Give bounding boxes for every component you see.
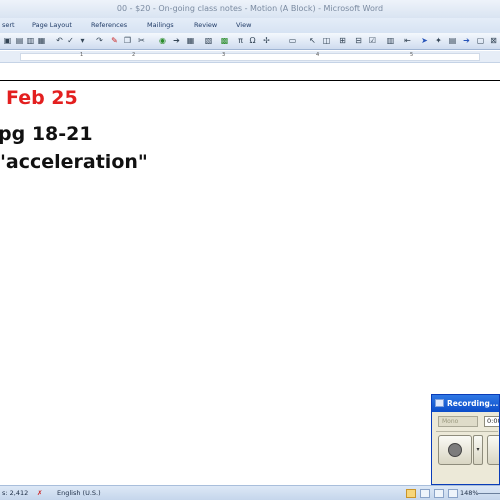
redo-icon[interactable]: ↷ bbox=[95, 36, 104, 46]
format-painter-icon[interactable]: ✂ bbox=[137, 36, 146, 46]
chart-icon[interactable]: ▩ bbox=[220, 36, 229, 46]
note-pages: pg 18-21 bbox=[0, 123, 93, 145]
tab-insert[interactable]: sert bbox=[2, 21, 15, 29]
preview-icon[interactable]: ▦ bbox=[37, 36, 46, 46]
zoom-slider[interactable] bbox=[478, 493, 500, 494]
zoom-level[interactable]: 148% bbox=[460, 489, 479, 497]
tab-page-layout[interactable]: Page Layout bbox=[32, 21, 72, 29]
audio-source-select[interactable]: Mono bbox=[438, 416, 478, 427]
tab-mailings[interactable]: Mailings bbox=[147, 21, 174, 29]
indent-icon[interactable]: ⇤ bbox=[403, 36, 412, 46]
web-layout-view-icon[interactable] bbox=[434, 489, 444, 498]
tab-view[interactable]: View bbox=[236, 21, 251, 29]
paste-icon[interactable]: ▣ bbox=[3, 36, 12, 46]
stop-button[interactable] bbox=[487, 435, 499, 465]
recording-title: Recording... bbox=[447, 399, 499, 408]
table-icon[interactable]: ▦ bbox=[186, 36, 195, 46]
recording-widget: Recording... Mono 0:00 ▾ bbox=[431, 394, 500, 485]
close-pane-icon[interactable]: ⊠ bbox=[489, 36, 498, 46]
group-icon[interactable]: ⊞ bbox=[338, 36, 347, 46]
proofing-icon[interactable]: ✗ bbox=[37, 489, 42, 497]
next-icon[interactable]: ➔ bbox=[462, 36, 471, 46]
copy-icon[interactable]: ❐ bbox=[123, 36, 132, 46]
highlighter-icon[interactable]: ✎ bbox=[110, 36, 119, 46]
status-bar: s: 2,412 ✗ English (U.S.) 148% bbox=[0, 485, 500, 500]
recording-title-bar[interactable]: Recording... bbox=[432, 395, 499, 412]
word-count[interactable]: s: 2,412 bbox=[2, 489, 28, 497]
recorder-divider bbox=[436, 431, 498, 432]
note-date: Feb 25 bbox=[6, 87, 78, 109]
quick-toolbar: ▣ ▤ ▥ ▦ ↶ ✓ ▾ ↷ ✎ ❐ ✂ ◉ ➔ ▦ ▧ ▩ π Ω ✢ ▭ … bbox=[0, 33, 500, 50]
spelling-icon[interactable]: ✓ bbox=[66, 36, 75, 46]
microphone-icon bbox=[448, 443, 462, 457]
undo-icon[interactable]: ↶ bbox=[55, 36, 64, 46]
arrow-icon[interactable]: ➤ bbox=[420, 36, 429, 46]
recorder-logo-icon bbox=[435, 399, 444, 407]
dropdown-icon[interactable]: ▾ bbox=[78, 36, 87, 46]
ruler-mark: 2 bbox=[132, 52, 136, 58]
refresh-icon[interactable]: ◉ bbox=[158, 36, 167, 46]
textbox-icon[interactable]: ▭ bbox=[288, 36, 297, 46]
print-icon[interactable]: ▥ bbox=[26, 36, 35, 46]
horizontal-ruler[interactable]: 1 2 3 4 5 bbox=[0, 51, 500, 63]
recording-time-value: 0:00 bbox=[487, 417, 499, 425]
ruler-mark: 3 bbox=[222, 52, 226, 58]
picture-icon[interactable]: ▧ bbox=[204, 36, 213, 46]
outline-view-icon[interactable] bbox=[448, 489, 458, 498]
tab-review[interactable]: Review bbox=[194, 21, 217, 29]
pi-icon[interactable]: π bbox=[236, 36, 245, 46]
full-screen-view-icon[interactable] bbox=[420, 489, 430, 498]
equation-icon[interactable]: ✢ bbox=[262, 36, 271, 46]
ribbon-tabs: sert Page Layout References Mailings Rev… bbox=[0, 18, 500, 33]
comment-icon[interactable]: ▤ bbox=[448, 36, 457, 46]
audio-source-value: Mono bbox=[442, 418, 459, 425]
window-title: 00 - $20 - On-going class notes - Motion… bbox=[116, 4, 384, 13]
ruler-mark: 4 bbox=[316, 52, 320, 58]
shapes-icon[interactable]: ◫ bbox=[322, 36, 331, 46]
omega-icon[interactable]: Ω bbox=[248, 36, 257, 46]
ruler-mark: 1 bbox=[80, 52, 84, 58]
open-icon[interactable]: ▤ bbox=[15, 36, 24, 46]
record-button[interactable] bbox=[438, 435, 472, 465]
page-top-rule bbox=[0, 80, 500, 81]
columns-icon[interactable]: ▥ bbox=[386, 36, 395, 46]
align-icon[interactable]: ⊟ bbox=[354, 36, 363, 46]
forward-icon[interactable]: ➔ bbox=[172, 36, 181, 46]
ruler-mark: 5 bbox=[410, 52, 414, 58]
note-topic: "acceleration" bbox=[0, 151, 148, 173]
star-icon[interactable]: ✦ bbox=[434, 36, 443, 46]
check-icon[interactable]: ☑ bbox=[368, 36, 377, 46]
document-page[interactable]: Feb 25 pg 18-21 "acceleration" bbox=[0, 63, 500, 485]
window-title-bar: 00 - $20 - On-going class notes - Motion… bbox=[0, 0, 500, 18]
window-icon[interactable]: ▢ bbox=[476, 36, 485, 46]
recording-timer: 0:00 bbox=[484, 416, 499, 427]
record-options-dropdown[interactable]: ▾ bbox=[473, 435, 483, 465]
language[interactable]: English (U.S.) bbox=[57, 489, 101, 497]
select-icon[interactable]: ↖ bbox=[308, 36, 317, 46]
tab-references[interactable]: References bbox=[91, 21, 127, 29]
print-layout-view-icon[interactable] bbox=[406, 489, 416, 498]
